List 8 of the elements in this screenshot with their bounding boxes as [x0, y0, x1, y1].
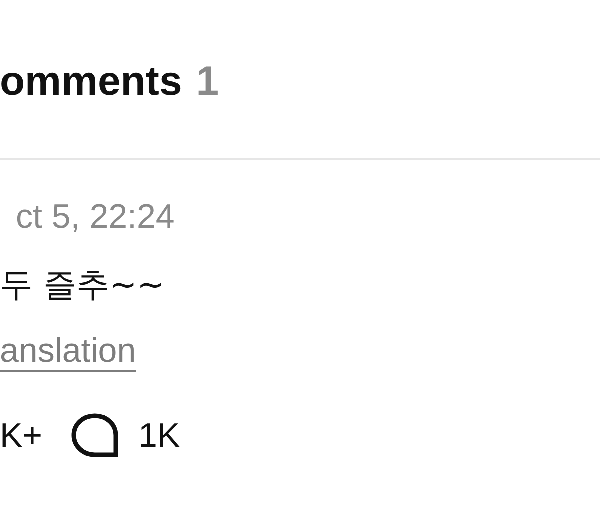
- comment-count: 1: [196, 58, 220, 105]
- translation-link[interactable]: anslation: [0, 332, 136, 370]
- speech-bubble-icon[interactable]: [70, 413, 119, 459]
- comment-time: ct 5, 22:24: [15, 198, 176, 237]
- reply-count: 1K: [138, 416, 180, 456]
- section-title: omments: [0, 58, 182, 105]
- like-count: K+: [0, 416, 43, 456]
- comment-text: 두 즐추~~: [0, 264, 166, 306]
